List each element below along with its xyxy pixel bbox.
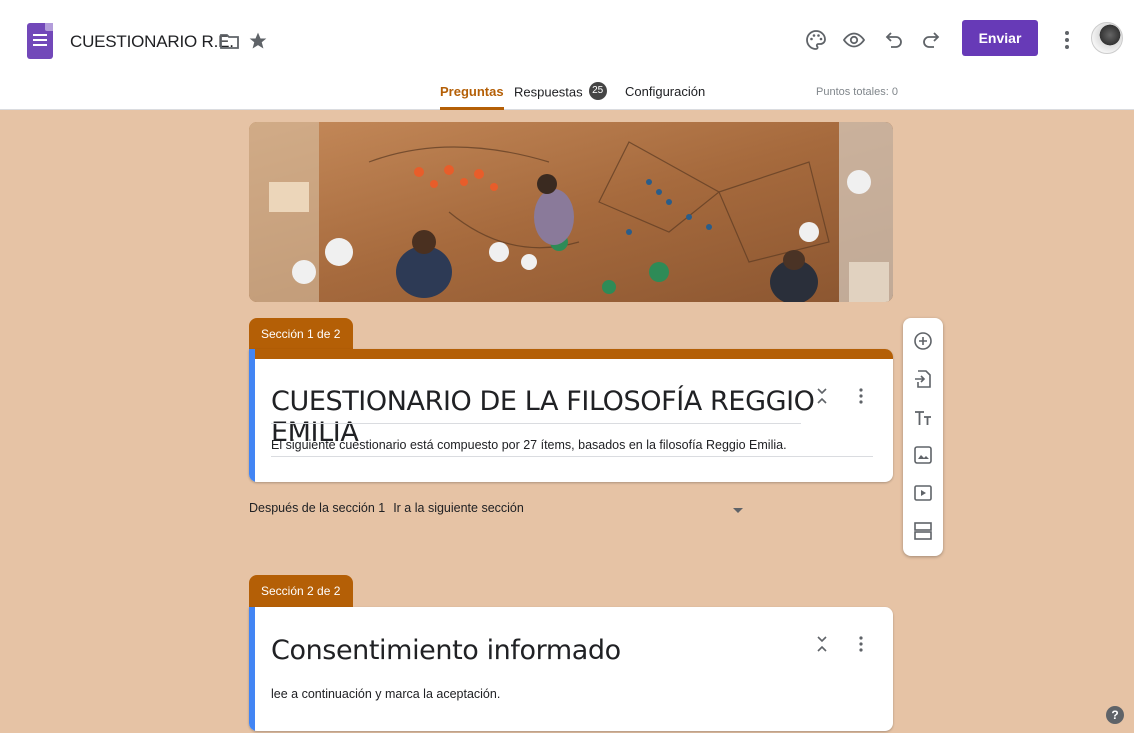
description-underline	[271, 456, 873, 457]
form-tabs: Preguntas Respuestas 25 Configuración Pun…	[0, 82, 1134, 110]
add-image-icon[interactable]	[912, 444, 934, 466]
add-question-icon[interactable]	[912, 330, 934, 352]
tab-label: Configuración	[625, 84, 706, 99]
undo-icon[interactable]	[882, 28, 906, 52]
redo-icon[interactable]	[919, 28, 943, 52]
section-more-icon[interactable]	[858, 635, 864, 653]
header-image	[249, 122, 893, 302]
section-2-description[interactable]: lee a continuación y marca la aceptación…	[271, 687, 500, 701]
floating-toolbar	[903, 318, 943, 556]
total-points: Puntos totales: 0	[816, 86, 898, 98]
section-2-label: Sección 2 de 2	[249, 575, 353, 607]
add-video-icon[interactable]	[912, 482, 934, 504]
after-section-selector[interactable]: Después de la sección 1 Ir a la siguiente…	[249, 501, 524, 515]
section-1-label: Sección 1 de 2	[249, 318, 353, 350]
help-icon[interactable]: ?	[1106, 706, 1124, 724]
section-1-description[interactable]: El siguiente cuestionario está compuesto…	[271, 438, 787, 452]
import-questions-icon[interactable]	[912, 368, 934, 390]
section-2-card[interactable]: Consentimiento informado lee a continuac…	[249, 607, 893, 731]
section-2-title[interactable]: Consentimiento informado	[271, 635, 621, 666]
section-more-icon[interactable]	[858, 387, 864, 405]
send-button[interactable]: Enviar	[962, 20, 1038, 56]
eye-icon[interactable]	[842, 28, 866, 52]
tab-respuestas[interactable]: Respuestas 25	[514, 82, 607, 110]
title-underline	[271, 423, 801, 424]
section-1-card[interactable]: CUESTIONARIO DE LA FILOSOFÍA REGGIO EMIL…	[249, 349, 893, 482]
star-icon[interactable]	[248, 31, 268, 51]
collapse-section-icon[interactable]	[815, 387, 829, 405]
responses-count-badge: 25	[588, 82, 607, 100]
tab-label: Respuestas	[514, 84, 583, 100]
tab-preguntas[interactable]: Preguntas	[440, 84, 504, 110]
after-section-label: Después de la sección 1	[249, 501, 386, 515]
top-bar: CUESTIONARIO R.E. Enviar Preguntas Respu…	[0, 0, 1134, 110]
avatar[interactable]	[1091, 22, 1123, 54]
forms-logo-icon[interactable]	[27, 23, 53, 59]
palette-icon[interactable]	[804, 28, 828, 52]
tab-label: Preguntas	[440, 84, 504, 99]
add-title-icon[interactable]	[912, 407, 934, 429]
collapse-section-icon[interactable]	[815, 635, 829, 653]
after-section-value[interactable]: Ir a la siguiente sección	[393, 501, 524, 515]
folder-icon[interactable]	[220, 33, 239, 49]
tab-configuracion[interactable]: Configuración	[625, 84, 705, 110]
chevron-down-icon[interactable]	[733, 508, 743, 513]
document-title[interactable]: CUESTIONARIO R.E.	[70, 32, 234, 52]
add-section-icon[interactable]	[912, 520, 934, 542]
more-options-icon[interactable]	[1062, 28, 1072, 52]
